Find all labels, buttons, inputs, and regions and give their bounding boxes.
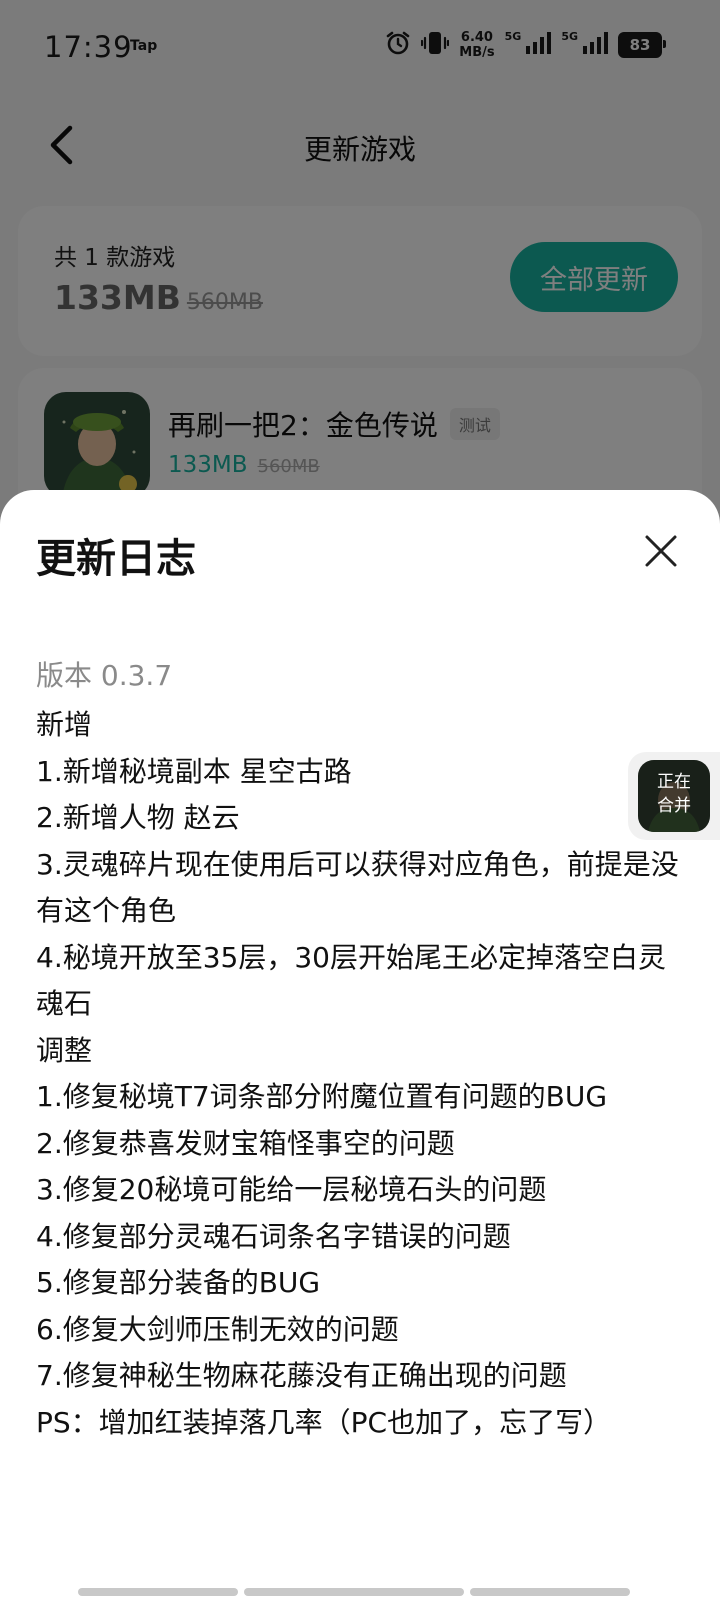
log-line: 3.灵魂碎片现在使用后可以获得对应角色，前提是没有这个角色	[36, 847, 679, 928]
close-button[interactable]	[638, 528, 684, 574]
merging-float-button[interactable]: 正在 合并	[628, 752, 720, 840]
log-line: 6.修复大剑师压制无效的问题	[36, 1312, 399, 1346]
log-line: 1.新增秘境副本 星空古路	[36, 754, 352, 788]
gesture-bar-segment	[78, 1588, 238, 1596]
gesture-bar-segment	[470, 1588, 630, 1596]
log-line: PS：增加红装掉落几率（PC也加了，忘了写）	[36, 1405, 612, 1439]
log-line: 2.修复恭喜发财宝箱怪事空的问题	[36, 1126, 455, 1160]
gesture-bar-segment[interactable]	[244, 1588, 464, 1596]
log-line: 1.修复秘境T7词条部分附魔位置有问题的BUG	[36, 1080, 608, 1113]
log-line: 5.修复部分装备的BUG	[36, 1266, 321, 1299]
log-line: 调整	[36, 1033, 93, 1067]
changelog-text: 新增 1.新增秘境副本 星空古路 2.新增人物 赵云 3.灵魂碎片现在使用后可以…	[36, 702, 690, 1446]
sheet-title: 更新日志	[36, 536, 196, 582]
close-icon	[645, 535, 677, 567]
merging-label: 正在 合并	[657, 772, 691, 816]
merging-game-icon: 正在 合并	[638, 760, 710, 832]
log-line: 4.修复部分灵魂石词条名字错误的问题	[36, 1219, 511, 1253]
log-line: 7.修复神秘生物麻花藤没有正确出现的问题	[36, 1359, 567, 1392]
log-line: 2.新增人物 赵云	[36, 801, 240, 834]
log-line: 4.秘境开放至35层，30层开始尾王必定掉落空白灵魂石	[36, 940, 666, 1021]
log-line: 3.修复20秘境可能给一层秘境石头的问题	[36, 1173, 547, 1206]
changelog-sheet: 更新日志 版本 0.3.7 新增 1.新增秘境副本 星空古路 2.新增人物 赵云…	[0, 490, 720, 1600]
version-label: 版本 0.3.7	[36, 659, 173, 692]
log-line: 新增	[36, 708, 93, 741]
